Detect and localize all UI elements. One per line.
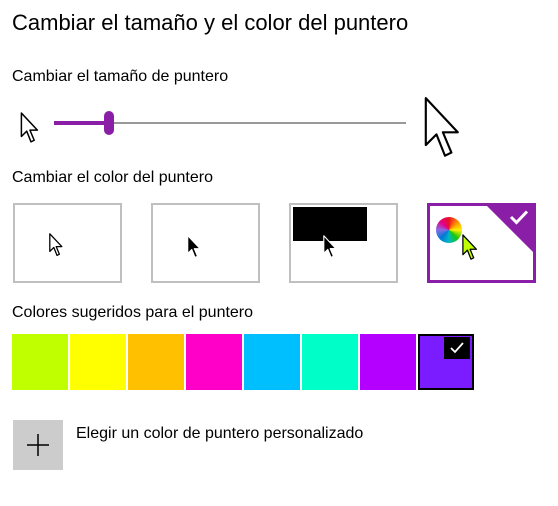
suggested-colors-label: Colores sugeridos para el puntero xyxy=(12,304,254,321)
pointer-size-label: Cambiar el tamaño de puntero xyxy=(12,68,229,85)
pointer-size-slider[interactable] xyxy=(54,110,406,136)
add-custom-color-button[interactable] xyxy=(13,420,63,470)
pointer-scheme-white-button[interactable] xyxy=(13,203,122,283)
custom-color-pointer-icon xyxy=(462,234,478,260)
slider-thumb[interactable] xyxy=(104,111,114,135)
color-wheel-icon xyxy=(436,217,462,243)
color-swatch[interactable] xyxy=(128,334,184,390)
custom-color-label[interactable]: Elegir un color de puntero personalizado xyxy=(76,425,363,443)
pointer-scheme-custom-button[interactable] xyxy=(427,203,536,283)
white-pointer-icon xyxy=(49,233,63,257)
inverted-pointer-icon xyxy=(323,235,337,258)
pointer-scheme-inverted-button[interactable] xyxy=(289,203,398,283)
pointer-color-label: Cambiar el color del puntero xyxy=(12,169,213,186)
color-swatch[interactable] xyxy=(244,334,300,390)
plus-icon xyxy=(27,434,49,456)
slider-fill xyxy=(54,121,109,125)
pointer-scheme-black-button[interactable] xyxy=(151,203,260,283)
black-pointer-icon xyxy=(187,235,201,258)
swatch-check-background xyxy=(444,337,470,359)
color-swatch[interactable] xyxy=(302,334,358,390)
color-swatch[interactable] xyxy=(12,334,68,390)
color-swatch[interactable] xyxy=(418,334,474,390)
small-pointer-icon xyxy=(20,112,39,143)
checkmark-icon xyxy=(509,210,529,225)
color-swatch[interactable] xyxy=(186,334,242,390)
color-swatch[interactable] xyxy=(70,334,126,390)
large-pointer-icon xyxy=(424,97,459,157)
color-swatch[interactable] xyxy=(360,334,416,390)
checkmark-icon xyxy=(450,342,464,354)
page-title: Cambiar el tamaño y el color del puntero xyxy=(12,10,409,35)
